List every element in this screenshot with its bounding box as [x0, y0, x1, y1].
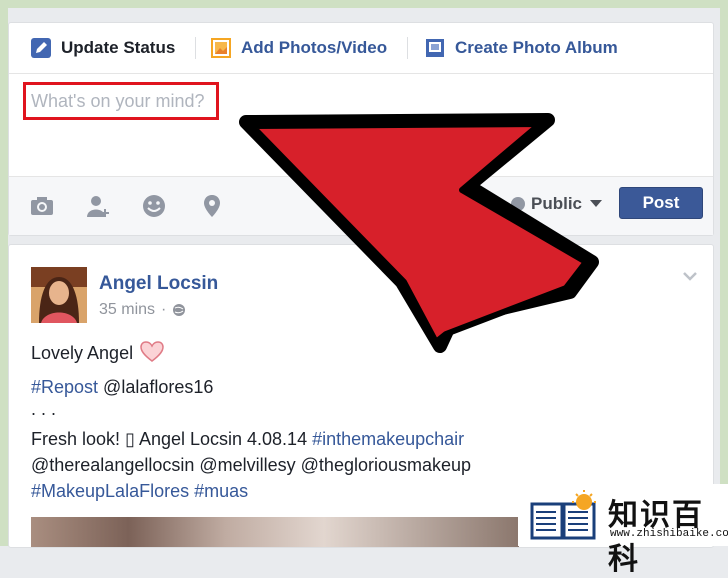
globe-icon: [511, 197, 525, 211]
post-text-line: . . .: [31, 399, 57, 419]
location-icon[interactable]: [199, 193, 225, 219]
status-composer: Update Status Add Photos/Video Create Ph…: [8, 22, 714, 236]
tab-create-photo-album[interactable]: Create Photo Album: [425, 37, 618, 59]
post-text-line: Fresh look! ▯ Angel Locsin 4.08.14 #inth…: [31, 429, 464, 450]
post-text-line: #MakeupLalaFlores #muas: [31, 481, 248, 502]
watermark: 知识百科 www.zhishibaike.com: [518, 484, 728, 576]
tab-label: Create Photo Album: [455, 38, 618, 57]
feeling-icon[interactable]: [141, 193, 167, 219]
hashtag-link[interactable]: #Repost: [31, 377, 98, 397]
avatar[interactable]: [31, 267, 87, 323]
tab-label: Update Status: [61, 38, 176, 57]
tab-divider: [407, 37, 408, 59]
hashtag-link[interactable]: #muas: [194, 481, 248, 501]
audience-label: Public: [531, 194, 583, 213]
post-text: Fresh look! ▯ Angel Locsin 4.08.14: [31, 429, 313, 449]
hashtag-link[interactable]: #inthemakeupchair: [312, 429, 464, 449]
chevron-down-icon[interactable]: [681, 267, 699, 285]
globe-icon: [173, 304, 186, 316]
post-author[interactable]: Angel Locsin: [99, 273, 218, 295]
post-button[interactable]: Post: [619, 187, 703, 219]
post-text-line: #Repost @lalaflores16: [31, 377, 213, 398]
composer-toolbar: Public Post: [9, 176, 713, 235]
separator-dot: ·: [161, 301, 167, 318]
camera-icon[interactable]: [29, 193, 55, 219]
composer-tabs: Update Status Add Photos/Video Create Ph…: [9, 23, 713, 74]
heart-icon: [140, 341, 164, 362]
tab-divider: [195, 37, 196, 59]
post-photo[interactable]: [31, 517, 519, 547]
status-input[interactable]: [26, 85, 221, 117]
post-text: Lovely Angel: [31, 343, 134, 363]
hashtag-link[interactable]: #MakeupLalaFlores: [31, 481, 189, 501]
post-text: @lalaflores16: [98, 377, 214, 397]
post-meta: 35 mins ·: [99, 301, 186, 319]
caret-down-icon: [590, 200, 603, 207]
post-text-line: Lovely Angel: [31, 341, 164, 364]
status-input-highlight: [23, 82, 221, 120]
tab-label: Add Photos/Video: [241, 38, 388, 57]
watermark-url: www.zhishibaike.com: [610, 528, 728, 540]
tab-update-status[interactable]: Update Status: [31, 37, 175, 59]
post-time[interactable]: 35 mins: [99, 301, 155, 319]
book-lightbulb-logo: [530, 490, 596, 540]
audience-selector[interactable]: Public: [511, 189, 603, 219]
pencil-icon: [31, 38, 51, 58]
album-icon: [425, 38, 445, 58]
tab-add-photos-video[interactable]: Add Photos/Video: [211, 37, 387, 59]
post-text-line: @therealangellocsin @melvillesy @theglor…: [31, 455, 472, 475]
photo-icon: [211, 38, 231, 58]
tag-people-icon[interactable]: [85, 193, 111, 219]
